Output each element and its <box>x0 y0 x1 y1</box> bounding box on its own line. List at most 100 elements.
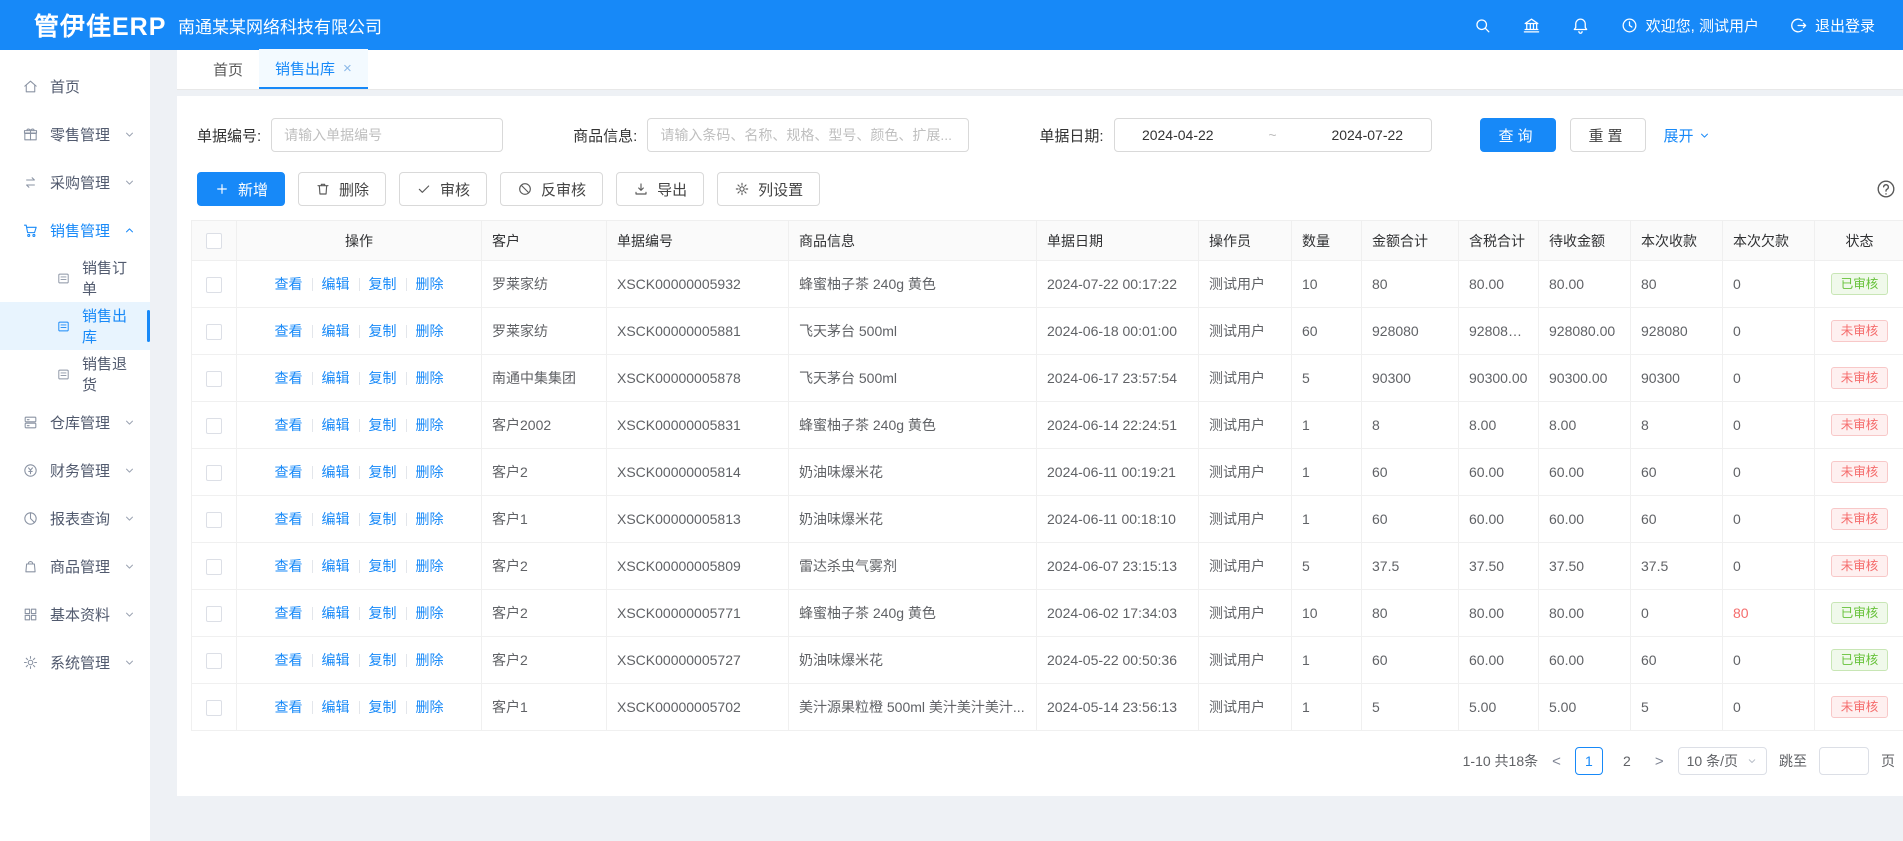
edit-link[interactable]: 编辑 <box>322 321 350 341</box>
audit-button[interactable]: 审核 <box>399 172 487 206</box>
jump-page-input[interactable] <box>1819 747 1869 775</box>
row-checkbox[interactable] <box>206 653 222 669</box>
view-link[interactable]: 查看 <box>275 697 303 717</box>
column-settings-button[interactable]: 列设置 <box>717 172 820 206</box>
sidebar-item-sales-outbound[interactable]: 销售出库 <box>0 302 150 350</box>
search-submit-button[interactable]: 查询 <box>1480 118 1556 152</box>
row-checkbox[interactable] <box>206 465 222 481</box>
tab-home[interactable]: 首页 <box>197 49 259 89</box>
copy-link[interactable]: 复制 <box>369 650 397 670</box>
help-button[interactable] <box>1875 178 1897 200</box>
page-button-2[interactable]: 2 <box>1613 747 1641 775</box>
expand-link[interactable]: 展开 <box>1664 125 1711 146</box>
sidebar-item-goods[interactable]: 商品管理 <box>0 542 150 590</box>
delete-link[interactable]: 删除 <box>416 415 444 435</box>
copy-link[interactable]: 复制 <box>369 556 397 576</box>
copy-link[interactable]: 复制 <box>369 415 397 435</box>
sidebar-item-report[interactable]: 报表查询 <box>0 494 150 542</box>
next-page-button[interactable]: > <box>1653 753 1666 770</box>
user-welcome[interactable]: 欢迎您, 测试用户 <box>1620 15 1759 36</box>
copy-link[interactable]: 复制 <box>369 603 397 623</box>
edit-link[interactable]: 编辑 <box>322 509 350 529</box>
reset-button[interactable]: 重置 <box>1570 118 1646 152</box>
date-range-picker[interactable]: 2024-04-22 ~ 2024-07-22 <box>1114 118 1432 152</box>
amount-cell: 37.5 <box>1362 543 1459 590</box>
sidebar-item-sales-return[interactable]: 销售退货 <box>0 350 150 398</box>
edit-link[interactable]: 编辑 <box>322 274 350 294</box>
edit-link[interactable]: 编辑 <box>322 697 350 717</box>
delete-link[interactable]: 删除 <box>416 462 444 482</box>
view-link[interactable]: 查看 <box>275 603 303 623</box>
bill-no-input[interactable] <box>271 118 503 152</box>
row-checkbox[interactable] <box>206 277 222 293</box>
edit-link[interactable]: 编辑 <box>322 415 350 435</box>
delete-link[interactable]: 删除 <box>416 321 444 341</box>
delete-link[interactable]: 删除 <box>416 603 444 623</box>
sidebar-item-sales[interactable]: 销售管理 <box>0 206 150 254</box>
sidebar-item-warehouse[interactable]: 仓库管理 <box>0 398 150 446</box>
unaudit-button[interactable]: 反审核 <box>500 172 603 206</box>
organization-button[interactable] <box>1522 16 1541 35</box>
sidebar-item-purchase[interactable]: 采购管理 <box>0 158 150 206</box>
delete-link[interactable]: 删除 <box>416 274 444 294</box>
date-separator: ~ <box>1268 127 1276 143</box>
page-size-value: 10 条/页 <box>1687 751 1738 771</box>
view-link[interactable]: 查看 <box>275 509 303 529</box>
copy-link[interactable]: 复制 <box>369 462 397 482</box>
row-checkbox[interactable] <box>206 512 222 528</box>
sidebar-item-sales-order[interactable]: 销售订单 <box>0 254 150 302</box>
row-checkbox[interactable] <box>206 371 222 387</box>
date-from[interactable]: 2024-04-22 <box>1142 127 1214 143</box>
row-checkbox[interactable] <box>206 324 222 340</box>
export-button[interactable]: 导出 <box>616 172 704 206</box>
delete-button[interactable]: 删除 <box>298 172 386 206</box>
select-all-checkbox[interactable] <box>206 233 222 249</box>
sidebar-item-label: 财务管理 <box>50 460 110 481</box>
view-link[interactable]: 查看 <box>275 368 303 388</box>
row-checkbox[interactable] <box>206 559 222 575</box>
edit-link[interactable]: 编辑 <box>322 462 350 482</box>
edit-link[interactable]: 编辑 <box>322 603 350 623</box>
product-cell: 飞天茅台 500ml <box>789 355 1037 402</box>
page-size-select[interactable]: 10 条/页 <box>1678 747 1767 775</box>
delete-link[interactable]: 删除 <box>416 650 444 670</box>
sidebar-item-basic[interactable]: 基本资料 <box>0 590 150 638</box>
delete-link[interactable]: 删除 <box>416 368 444 388</box>
product-info-input[interactable] <box>647 118 969 152</box>
view-link[interactable]: 查看 <box>275 321 303 341</box>
sidebar-item-finance[interactable]: 财务管理 <box>0 446 150 494</box>
edit-link[interactable]: 编辑 <box>322 650 350 670</box>
edit-link[interactable]: 编辑 <box>322 368 350 388</box>
row-checkbox[interactable] <box>206 700 222 716</box>
sidebar-item-home[interactable]: 首页 <box>0 62 150 110</box>
view-link[interactable]: 查看 <box>275 650 303 670</box>
row-checkbox[interactable] <box>206 418 222 434</box>
date-to[interactable]: 2024-07-22 <box>1331 127 1403 143</box>
debt-cell: 0 <box>1723 308 1815 355</box>
copy-link[interactable]: 复制 <box>369 274 397 294</box>
tab-close-icon[interactable]: × <box>343 61 352 76</box>
logout-button[interactable]: 退出登录 <box>1789 15 1875 36</box>
view-link[interactable]: 查看 <box>275 415 303 435</box>
search-button[interactable] <box>1473 16 1492 35</box>
copy-link[interactable]: 复制 <box>369 368 397 388</box>
tax-total-cell: 37.50 <box>1459 543 1539 590</box>
delete-link[interactable]: 删除 <box>416 697 444 717</box>
sidebar-item-system[interactable]: 系统管理 <box>0 638 150 686</box>
copy-link[interactable]: 复制 <box>369 509 397 529</box>
add-button[interactable]: 新增 <box>197 172 285 206</box>
copy-link[interactable]: 复制 <box>369 321 397 341</box>
tab-sales-outbound[interactable]: 销售出库 × <box>259 49 368 89</box>
prev-page-button[interactable]: < <box>1550 753 1563 770</box>
page-button-1[interactable]: 1 <box>1575 747 1603 775</box>
edit-link[interactable]: 编辑 <box>322 556 350 576</box>
view-link[interactable]: 查看 <box>275 274 303 294</box>
delete-link[interactable]: 删除 <box>416 556 444 576</box>
view-link[interactable]: 查看 <box>275 556 303 576</box>
copy-link[interactable]: 复制 <box>369 697 397 717</box>
row-checkbox[interactable] <box>206 606 222 622</box>
view-link[interactable]: 查看 <box>275 462 303 482</box>
delete-link[interactable]: 删除 <box>416 509 444 529</box>
sidebar-item-retail[interactable]: 零售管理 <box>0 110 150 158</box>
notifications-button[interactable] <box>1571 16 1590 35</box>
